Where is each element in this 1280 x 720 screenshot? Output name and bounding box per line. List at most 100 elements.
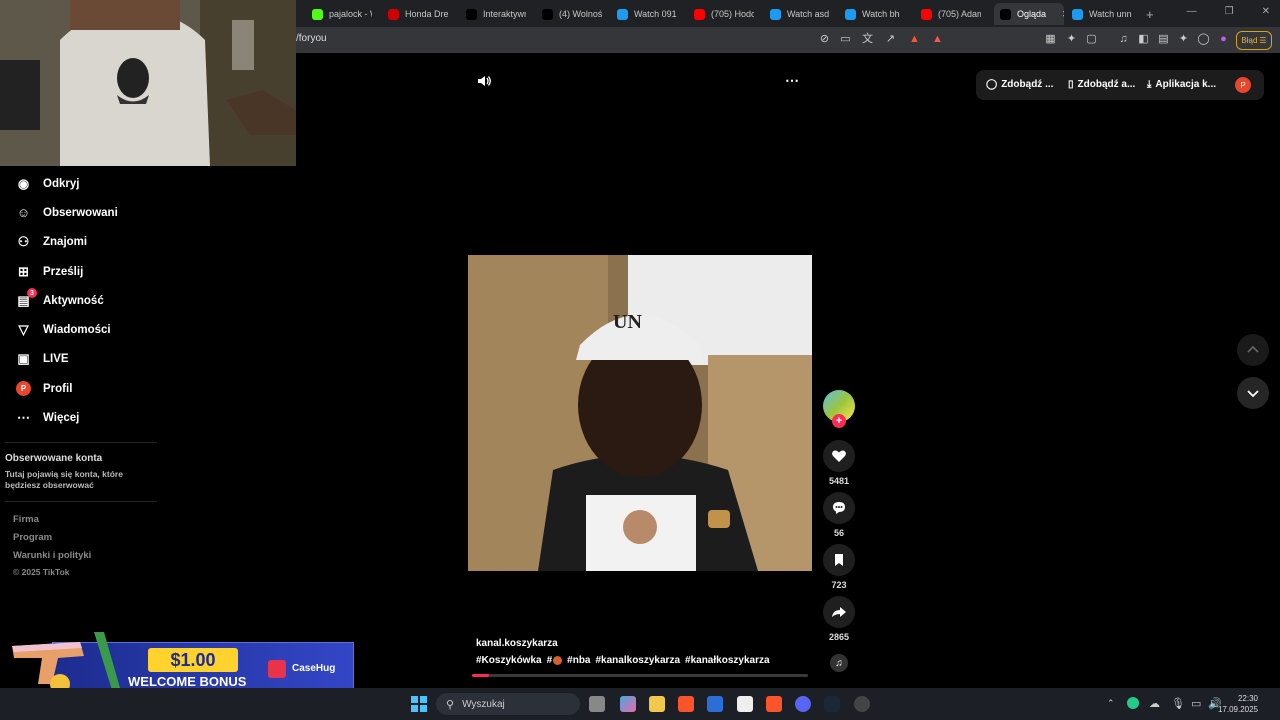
get-coins-label: Zdobądź ... [1001,79,1054,90]
previous-video-button[interactable] [1237,334,1269,366]
restore-icon[interactable]: ❐ [1225,6,1234,17]
cast-icon[interactable]: ▭ [839,33,852,46]
casehug-logo-icon [268,660,286,678]
youtube-icon [694,8,705,20]
hashtag[interactable]: #kanalkoszykarza [596,655,681,666]
sidebar-item-odkryj[interactable]: ◉ Odkryj [16,176,80,191]
hashtag[interactable]: #nba [567,655,590,666]
obs-icon[interactable] [854,696,870,712]
next-video-button[interactable] [1237,377,1269,409]
more-options-icon[interactable]: ⋯ [785,72,800,89]
minimize-icon[interactable]: — [1187,6,1197,17]
browser-tab[interactable]: (4) Wolność [542,4,602,24]
video-player[interactable]: UN [468,255,812,571]
browser-tab[interactable]: pajalock - W [312,4,372,24]
puzzle-icon[interactable]: ✦ [1065,33,1078,46]
brave-browser-icon[interactable] [678,696,694,712]
tray-app-icon[interactable] [1127,697,1139,709]
sidebar-item-profil[interactable]: P Profil [16,381,72,396]
footer-program[interactable]: Program [13,532,52,543]
sidebar-item-label: Obserwowani [43,206,118,219]
profile-icon: P [16,381,31,396]
sidebar-item-obserwowani[interactable]: ☺ Obserwowani [16,205,118,220]
brave-shield-icon[interactable]: ▲ [908,33,921,46]
footer-copyright: © 2025 TikTok [13,567,70,577]
network-icon[interactable]: ▭ [1191,697,1201,710]
browser-tab[interactable]: Watch unn [1072,4,1132,24]
ad-banner[interactable]: $1.00 WELCOME BONUS CaseHug [0,620,356,694]
comment-button[interactable] [823,492,855,524]
close-tab-icon[interactable]: ✕ [1062,9,1064,20]
vpn-icon[interactable]: ◯ [1197,33,1210,46]
share-button[interactable] [823,596,855,628]
onedrive-icon[interactable]: ☁ [1149,697,1160,710]
notepad-icon[interactable] [737,696,753,712]
hashtag[interactable]: #Koszykówka [476,655,542,666]
video-author[interactable]: kanal.koszykarza [476,638,558,649]
music-disc-icon[interactable]: ♫ [830,654,848,672]
desktop-app-button[interactable]: ⤓ Aplikacja k... [1147,79,1216,90]
store-icon[interactable] [707,696,723,712]
chevron-down-icon [1247,390,1259,398]
sidebar-item-znajomi[interactable]: ⚇ Znajomi [16,234,87,249]
sidebar-item-więcej[interactable]: ⋯ Więcej [16,410,79,425]
browser-tab[interactable]: Ogląda ✕ [994,3,1064,25]
footer-terms[interactable]: Warunki i polityki [13,550,91,561]
steam-icon[interactable] [824,696,840,712]
brave-rewards-icon[interactable]: ▲ [931,33,944,46]
taskbar-clock[interactable]: 22:30 17.09.2025 [1218,693,1258,715]
sidebar-item-live[interactable]: ▣ LIVE [16,351,68,366]
wallet-icon[interactable]: ▤ [1157,33,1170,46]
microphone-icon[interactable]: 🎙 [1171,697,1185,710]
discord-icon[interactable] [795,696,811,712]
browser-tab[interactable]: Watch bh [845,4,905,24]
error-button[interactable]: Błąd ☰ [1236,31,1272,50]
taskbar-search[interactable]: ⚲ Wyszukaj [436,693,580,715]
get-coins-button[interactable]: ◯ Zdobądź ... [986,79,1053,90]
browser-tab[interactable]: Interaktywn [466,4,526,24]
honda-icon [388,8,399,20]
volume-icon[interactable] [476,73,492,89]
profile-ext-icon[interactable]: ● [1217,33,1230,46]
tab-label: Ogląda [1017,9,1047,19]
share-icon[interactable]: ↗ [884,33,897,46]
gun-knife-icon [12,632,120,692]
video-progress-bar[interactable] [472,674,808,677]
browser-tab[interactable]: (705) Adam [921,4,981,24]
get-app-button[interactable]: ▯ Zdobądź a... [1068,79,1135,90]
hashtag[interactable]: #kanałkoszykarza [685,655,770,666]
user-avatar[interactable]: P [1235,77,1251,93]
sidebar-item-label: Więcej [43,411,80,424]
tray-chevron-icon[interactable]: ⌃ [1107,698,1115,709]
brave-beta-icon[interactable] [766,696,782,712]
hashtag[interactable]: # [547,655,553,666]
sidebar-item-aktywność[interactable]: ▤ 3 Aktywność [16,288,104,308]
like-count: 5481 [828,476,850,486]
leo-icon[interactable]: ✦ [1177,33,1190,46]
sidebar-item-prześlij[interactable]: ⊞ Prześlij [16,264,83,279]
sidebar-toggle-icon[interactable]: ◧ [1137,33,1150,46]
upload-icon: ⊞ [18,263,29,279]
browser-tab[interactable]: Honda Dre [388,4,448,24]
browser-tab[interactable]: (705) Hodo [694,4,754,24]
windows-start-icon[interactable] [411,696,427,712]
file-explorer-icon[interactable] [649,696,665,712]
close-window-icon[interactable]: ✕ [1262,6,1270,17]
copilot-icon[interactable] [620,696,636,712]
url-field[interactable]: /foryou [296,33,327,44]
screenshot-icon[interactable]: ▢ [1085,33,1098,46]
extension-icon[interactable]: ▦ [1044,33,1057,46]
new-tab-button[interactable]: + [1146,4,1154,24]
sidebar-item-wiadomości[interactable]: ▽ Wiadomości [16,322,111,337]
save-button[interactable] [823,544,855,576]
footer-firma[interactable]: Firma [13,514,39,525]
music-icon[interactable]: ♫ [1117,33,1130,46]
follow-plus-icon[interactable]: + [832,414,846,428]
share-arrow-icon [832,607,846,617]
translate-icon[interactable]: 文 [861,33,874,46]
browser-tab[interactable]: Watch 0918 [617,4,677,24]
task-view-icon[interactable] [589,696,605,712]
like-button[interactable] [823,440,855,472]
no-tracking-icon[interactable]: ⊘ [818,33,831,46]
browser-tab[interactable]: Watch asd [770,4,830,24]
